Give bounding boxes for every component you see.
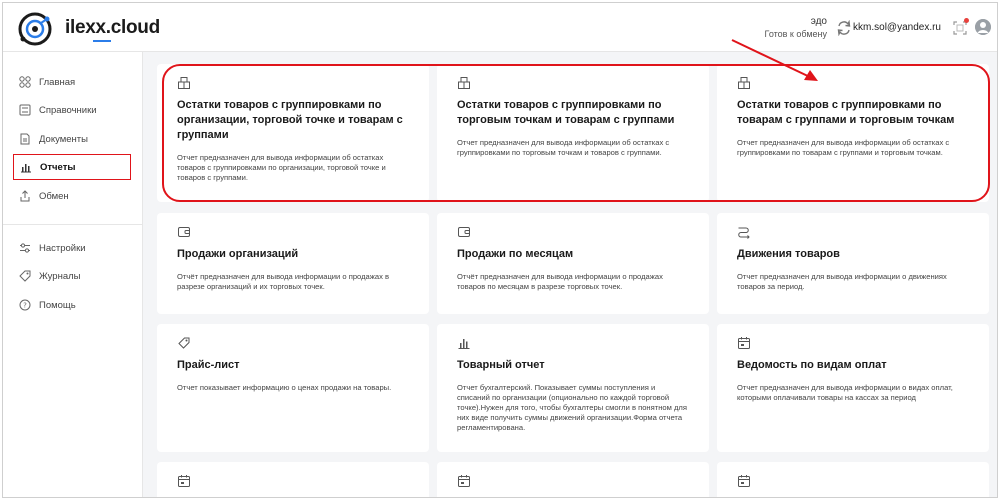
report-description: Отчет предназначен для вывода информации…: [737, 138, 950, 157]
sidebar-divider: [3, 224, 143, 225]
report-title: Остатки товаров с группировками по товар…: [737, 99, 955, 126]
calendar-icon: [738, 475, 750, 487]
sidebar-item-help[interactable]: ? Помощь: [13, 292, 131, 318]
report-title: Прайс-лист: [177, 359, 240, 371]
brand-underline: [93, 40, 111, 42]
sidebar-item-documents[interactable]: Документы: [13, 126, 131, 152]
bar-chart-icon: [458, 339, 470, 349]
report-title: Продажи по месяцам: [457, 248, 574, 260]
calendar-icon: [178, 475, 190, 487]
sidebar-item-exchange[interactable]: Обмен: [13, 183, 131, 209]
upload-icon: [20, 190, 30, 202]
tag-icon: [19, 270, 31, 282]
report-description: Отчет показывает информацию о ценах прод…: [177, 383, 392, 392]
help-icon: ?: [19, 299, 31, 311]
calendar-icon: [738, 337, 750, 349]
report-title: Движения товаров: [737, 248, 840, 260]
box-icon: [738, 77, 750, 89]
app-window: ilexx.cloud эдо Готов к обмену kkm.sol@y…: [2, 2, 998, 498]
report-title: Продажи организаций: [177, 248, 299, 260]
report-card[interactable]: Ведомость по видам оплат Отчет предназна…: [717, 324, 989, 452]
report-card[interactable]: Прайс-лист Отчет показывает информацию о…: [157, 324, 429, 452]
report-description: Отчет предназначен для вывода информации…: [737, 272, 947, 291]
sidebar-item-label: Отчеты: [40, 161, 76, 173]
user-email[interactable]: kkm.sol@yandex.ru: [853, 22, 941, 33]
sidebar-item-directories[interactable]: Справочники: [13, 97, 131, 123]
report-card[interactable]: Движения товаров Отчет предназначен для …: [717, 213, 989, 314]
box-icon: [458, 77, 470, 89]
sidebar: Главная Справочники Документы Отчеты Обм…: [3, 52, 143, 497]
report-card[interactable]: Остатки товаров с группировками по товар…: [717, 64, 989, 202]
report-card[interactable]: [437, 462, 709, 497]
scanner-icon[interactable]: [953, 21, 967, 35]
report-card[interactable]: Остатки товаров с группировками по орган…: [157, 64, 429, 202]
avatar-icon[interactable]: [975, 19, 991, 35]
report-card[interactable]: [717, 462, 989, 497]
box-icon: [178, 77, 190, 89]
report-card[interactable]: Остатки товаров с группировками по торго…: [437, 64, 709, 202]
grid-icon: [19, 76, 31, 88]
report-description: Отчёт предназначен для вывода информации…: [177, 272, 390, 291]
report-title: Товарный отчет: [457, 359, 545, 371]
document-icon: [20, 133, 30, 145]
brand-name[interactable]: ilexx.cloud: [65, 17, 160, 39]
ilexx-logo-icon[interactable]: [17, 11, 53, 47]
report-card[interactable]: Товарный отчет Отчет бухгалтерский. Пока…: [437, 324, 709, 452]
report-title: Ведомость по видам оплат: [737, 359, 887, 371]
report-description: Отчет предназначен для вывода информации…: [737, 383, 953, 402]
sidebar-item-home[interactable]: Главная: [13, 69, 131, 95]
report-title: Остатки товаров с группировками по орган…: [177, 99, 403, 141]
wallet-icon: [178, 227, 190, 237]
route-icon: [738, 227, 750, 239]
report-card[interactable]: Продажи по месяцам Отчёт предназначен дл…: [437, 213, 709, 314]
sidebar-item-label: Настройки: [39, 242, 86, 254]
report-description: Отчёт предназначен для вывода информации…: [457, 272, 663, 291]
sidebar-item-settings[interactable]: Настройки: [13, 235, 131, 261]
sidebar-item-label: Главная: [39, 76, 76, 88]
sidebar-item-label: Документы: [39, 133, 88, 145]
price-tag-icon: [178, 337, 190, 349]
sidebar-item-reports[interactable]: Отчеты: [13, 154, 131, 180]
report-card[interactable]: Продажи организаций Отчёт предназначен д…: [157, 213, 429, 314]
bar-chart-icon: [21, 164, 31, 173]
edo-title: эдо: [810, 16, 827, 27]
svg-text:?: ?: [23, 302, 27, 310]
sidebar-item-label: Журналы: [39, 270, 81, 282]
report-description: Отчет предназначен для вывода информации…: [457, 138, 670, 157]
edo-status-text: Готов к обмену: [764, 29, 827, 39]
report-card[interactable]: [157, 462, 429, 497]
calendar-icon: [458, 475, 470, 487]
sliders-icon: [20, 243, 30, 253]
report-title: Остатки товаров с группировками по торго…: [457, 99, 675, 126]
report-description: Отчет предназначен для вывода информации…: [177, 153, 386, 182]
report-description: Отчет бухгалтерский. Показывает суммы по…: [457, 383, 687, 432]
top-header: ilexx.cloud эдо Готов к обмену kkm.sol@y…: [3, 3, 997, 52]
sidebar-item-journals[interactable]: Журналы: [13, 263, 131, 289]
wallet-icon: [458, 227, 470, 237]
book-icon: [19, 104, 31, 116]
sidebar-item-label: Обмен: [39, 190, 69, 202]
sidebar-item-label: Справочники: [39, 104, 97, 116]
sync-icon[interactable]: [836, 20, 852, 36]
sidebar-item-label: Помощь: [39, 299, 76, 311]
edo-status: эдо Готов к обмену: [765, 16, 827, 39]
notification-dot: [964, 18, 969, 23]
